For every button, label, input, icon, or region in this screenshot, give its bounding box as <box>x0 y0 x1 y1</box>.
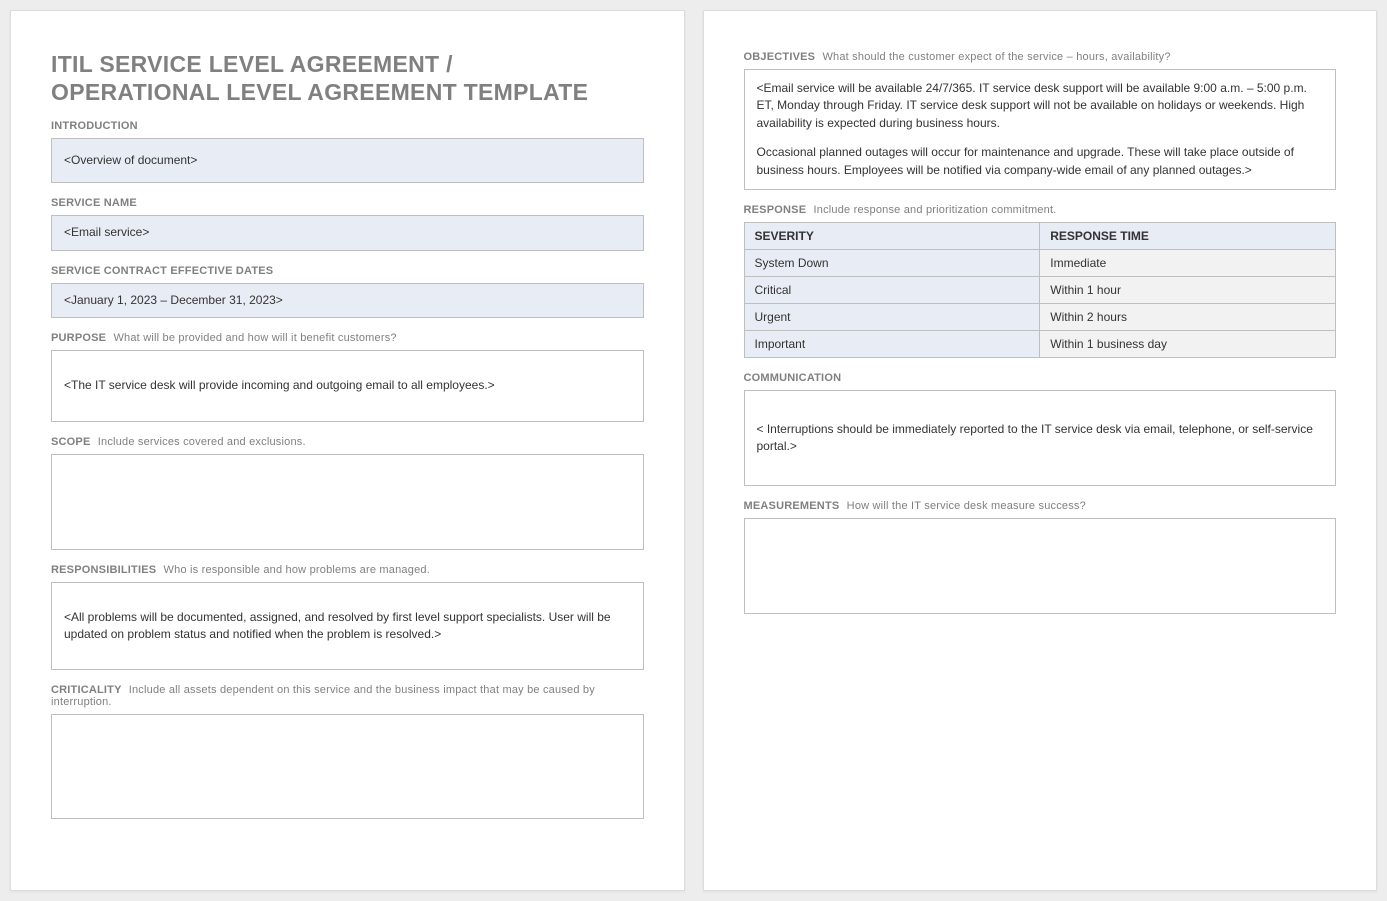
title-line-1: ITIL SERVICE LEVEL AGREEMENT / <box>51 51 453 77</box>
field-effective-dates[interactable]: <January 1, 2023 – December 31, 2023> <box>51 283 644 318</box>
page-2: OBJECTIVES What should the customer expe… <box>703 10 1378 891</box>
cell-severity[interactable]: Urgent <box>744 303 1040 330</box>
label-responsibilities: RESPONSIBILITIES Who is responsible and … <box>51 564 644 576</box>
title-line-2: OPERATIONAL LEVEL AGREEMENT TEMPLATE <box>51 79 588 105</box>
field-responsibilities[interactable]: <All problems will be documented, assign… <box>51 582 644 670</box>
field-introduction[interactable]: <Overview of document> <box>51 138 644 183</box>
hint-criticality: Include all assets dependent on this ser… <box>51 684 595 708</box>
label-measurements: MEASUREMENTS How will the IT service des… <box>744 500 1337 512</box>
header-severity: SEVERITY <box>744 222 1040 249</box>
cell-severity[interactable]: Critical <box>744 276 1040 303</box>
hint-objectives: What should the customer expect of the s… <box>822 51 1170 63</box>
table-row: Urgent Within 2 hours <box>744 303 1336 330</box>
hint-response: Include response and prioritization comm… <box>814 204 1057 216</box>
label-purpose: PURPOSE What will be provided and how wi… <box>51 332 644 344</box>
header-response-time: RESPONSE TIME <box>1040 222 1336 249</box>
cell-severity[interactable]: Important <box>744 330 1040 357</box>
cell-response-time[interactable]: Within 1 business day <box>1040 330 1336 357</box>
objectives-para-1: <Email service will be available 24/7/36… <box>757 80 1324 132</box>
label-communication: COMMUNICATION <box>744 372 1337 384</box>
table-row: Critical Within 1 hour <box>744 276 1336 303</box>
hint-scope: Include services covered and exclusions. <box>98 436 306 448</box>
label-effective-dates: SERVICE CONTRACT EFFECTIVE DATES <box>51 265 644 277</box>
label-introduction: INTRODUCTION <box>51 120 644 132</box>
field-objectives[interactable]: <Email service will be available 24/7/36… <box>744 69 1337 190</box>
label-objectives: OBJECTIVES What should the customer expe… <box>744 51 1337 63</box>
field-measurements[interactable] <box>744 518 1337 614</box>
label-criticality: CRITICALITY Include all assets dependent… <box>51 684 644 708</box>
cell-severity[interactable]: System Down <box>744 249 1040 276</box>
page-1: ITIL SERVICE LEVEL AGREEMENT / OPERATION… <box>10 10 685 891</box>
hint-purpose: What will be provided and how will it be… <box>113 332 396 344</box>
field-purpose[interactable]: <The IT service desk will provide incomi… <box>51 350 644 422</box>
cell-response-time[interactable]: Within 2 hours <box>1040 303 1336 330</box>
hint-responsibilities: Who is responsible and how problems are … <box>164 564 430 576</box>
label-response: RESPONSE Include response and prioritiza… <box>744 204 1337 216</box>
response-table: SEVERITY RESPONSE TIME System Down Immed… <box>744 222 1337 358</box>
table-row: Important Within 1 business day <box>744 330 1336 357</box>
table-header-row: SEVERITY RESPONSE TIME <box>744 222 1336 249</box>
hint-measurements: How will the IT service desk measure suc… <box>847 500 1086 512</box>
label-scope: SCOPE Include services covered and exclu… <box>51 436 644 448</box>
label-service-name: SERVICE NAME <box>51 197 644 209</box>
objectives-para-2: Occasional planned outages will occur fo… <box>757 144 1324 179</box>
field-service-name[interactable]: <Email service> <box>51 215 644 250</box>
cell-response-time[interactable]: Immediate <box>1040 249 1336 276</box>
cell-response-time[interactable]: Within 1 hour <box>1040 276 1336 303</box>
document-title: ITIL SERVICE LEVEL AGREEMENT / OPERATION… <box>51 51 644 106</box>
document-pages: ITIL SERVICE LEVEL AGREEMENT / OPERATION… <box>10 10 1377 891</box>
field-communication[interactable]: < Interruptions should be immediately re… <box>744 390 1337 486</box>
field-scope[interactable] <box>51 454 644 550</box>
table-row: System Down Immediate <box>744 249 1336 276</box>
field-criticality[interactable] <box>51 714 644 819</box>
